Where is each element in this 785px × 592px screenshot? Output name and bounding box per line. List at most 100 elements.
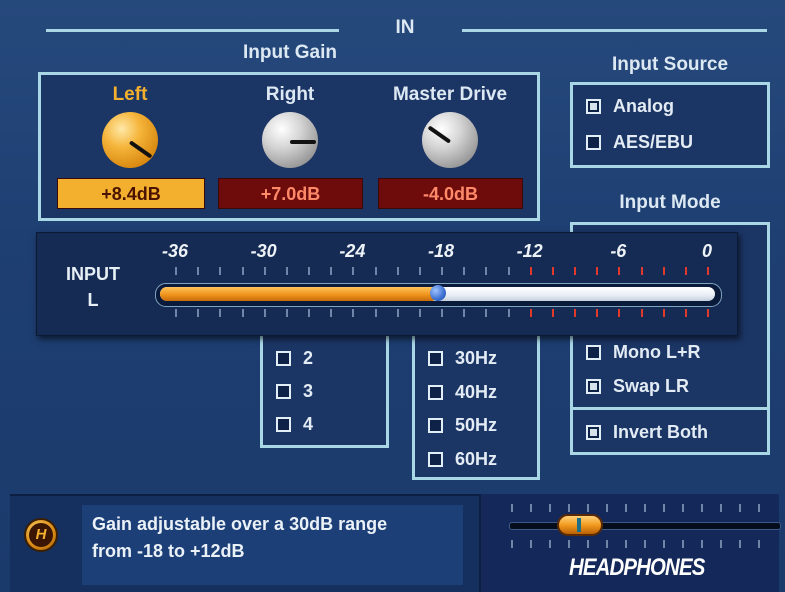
meter-tick [507,267,510,275]
input-source-analog[interactable]: Analog [586,96,674,117]
meter-scale-label: 0 [701,241,712,261]
meter-tick [640,309,643,317]
hz-option-30[interactable]: 30Hz [428,348,497,369]
checkbox[interactable] [586,135,601,150]
number-option-2[interactable]: 2 [276,348,313,369]
meter-scale: -36 -30 -24 -18 -12 -6 0 [37,241,737,265]
checkbox[interactable] [428,351,443,366]
meter-tick [241,309,244,317]
meter-tick [618,267,621,275]
headphones-panel: HEADPHONES [479,494,781,592]
headphones-tick [644,504,646,512]
meter-tick [197,309,200,317]
knob-indicator [128,140,153,159]
slider-thumb-mark [577,518,581,532]
meter-tick [574,309,576,317]
checkbox[interactable] [276,351,291,366]
number-option-3[interactable]: 3 [276,381,313,402]
headphones-tick [625,540,627,548]
input-source-title: Input Source [611,54,729,75]
meter-tick [574,267,576,275]
meter-tick [263,309,266,317]
headphones-tick [682,540,684,548]
checkbox[interactable] [586,345,601,360]
meter-tick [485,267,488,275]
help-icon-letter: H [29,523,53,547]
checkbox[interactable] [586,425,601,440]
meter-tick [551,309,554,317]
input-meter-panel: INPUT L -36 -30 -24 -18 -12 -6 0 [36,232,738,336]
master-drive-knob[interactable] [422,112,478,168]
input-source-aes-ebu[interactable]: AES/EBU [586,132,693,153]
right-gain-knob[interactable] [262,112,318,168]
headphones-tick [606,504,608,512]
checkbox[interactable] [276,417,291,432]
meter-tick [684,267,687,275]
meter-tick [285,267,288,275]
left-gain-knob[interactable] [102,112,158,168]
headphones-tick [568,540,570,548]
input-mode-mono[interactable]: Mono L+R [586,342,701,363]
meter-tick [175,309,177,317]
meter-tick [418,309,421,317]
meter-tick [308,267,310,275]
checkbox[interactable] [428,418,443,433]
meter-tick [396,267,399,275]
headphones-tick [587,504,589,512]
meter-tick [551,267,554,275]
meter-scale-label: -30 [250,241,277,261]
meter-track [155,283,722,307]
knob-label-left: Left [112,84,148,105]
meter-tick [396,309,399,317]
headphones-tick [739,540,741,548]
headphones-tick [701,540,703,548]
meter-scale-label: -6 [610,241,627,261]
meter-scale-label: -12 [516,241,543,261]
hz-option-40[interactable]: 40Hz [428,382,497,403]
meter-tick [618,309,621,317]
knob-indicator [290,140,316,144]
input-gain-title: Input Gain [243,42,337,63]
meter-tick [485,309,488,317]
meter-level-handle[interactable] [429,285,446,301]
master-drive-value[interactable]: -4.0dB [378,178,523,209]
hz-option-60[interactable]: 60Hz [428,449,497,470]
right-gain-value[interactable]: +7.0dB [218,178,363,209]
headphones-tick [682,504,684,512]
number-option-4[interactable]: 4 [276,414,313,435]
meter-scale-label: -18 [427,241,454,261]
headphones-tick [549,504,551,512]
headphones-tick [606,540,608,548]
left-gain-value[interactable]: +8.4dB [57,178,205,209]
meter-scale-label: -36 [161,241,188,261]
meter-tick [596,309,599,317]
help-icon[interactable]: H [24,518,58,552]
headphones-ticks-top [511,504,771,514]
checkbox[interactable] [428,452,443,467]
input-source-panel [570,82,770,168]
meter-tick [596,267,599,275]
headphones-tick [758,504,760,512]
headphones-track [509,522,781,530]
headphones-slider-thumb[interactable] [557,514,603,536]
help-text-line-2: from -18 to +12dB [92,541,245,561]
headphones-tick [663,540,665,548]
meter-ticks-bottom [37,309,737,319]
checkbox[interactable] [276,384,291,399]
meter-tick [441,309,443,317]
meter-tick [175,267,177,275]
title-rule-right [462,29,767,32]
input-mode-swap[interactable]: Swap LR [586,376,689,397]
hz-option-50[interactable]: 50Hz [428,415,497,436]
headphones-tick [720,540,722,548]
meter-tick [374,309,377,317]
headphones-tick [644,540,646,548]
checkbox[interactable] [428,385,443,400]
meter-level-fill [160,287,438,301]
knob-label-right: Right [265,84,315,105]
checkbox[interactable] [586,379,601,394]
checkbox[interactable] [586,99,601,114]
help-text-box: Gain adjustable over a 30dB range from -… [82,505,463,585]
headphones-tick [587,540,589,548]
invert-both[interactable]: Invert Both [586,422,708,443]
